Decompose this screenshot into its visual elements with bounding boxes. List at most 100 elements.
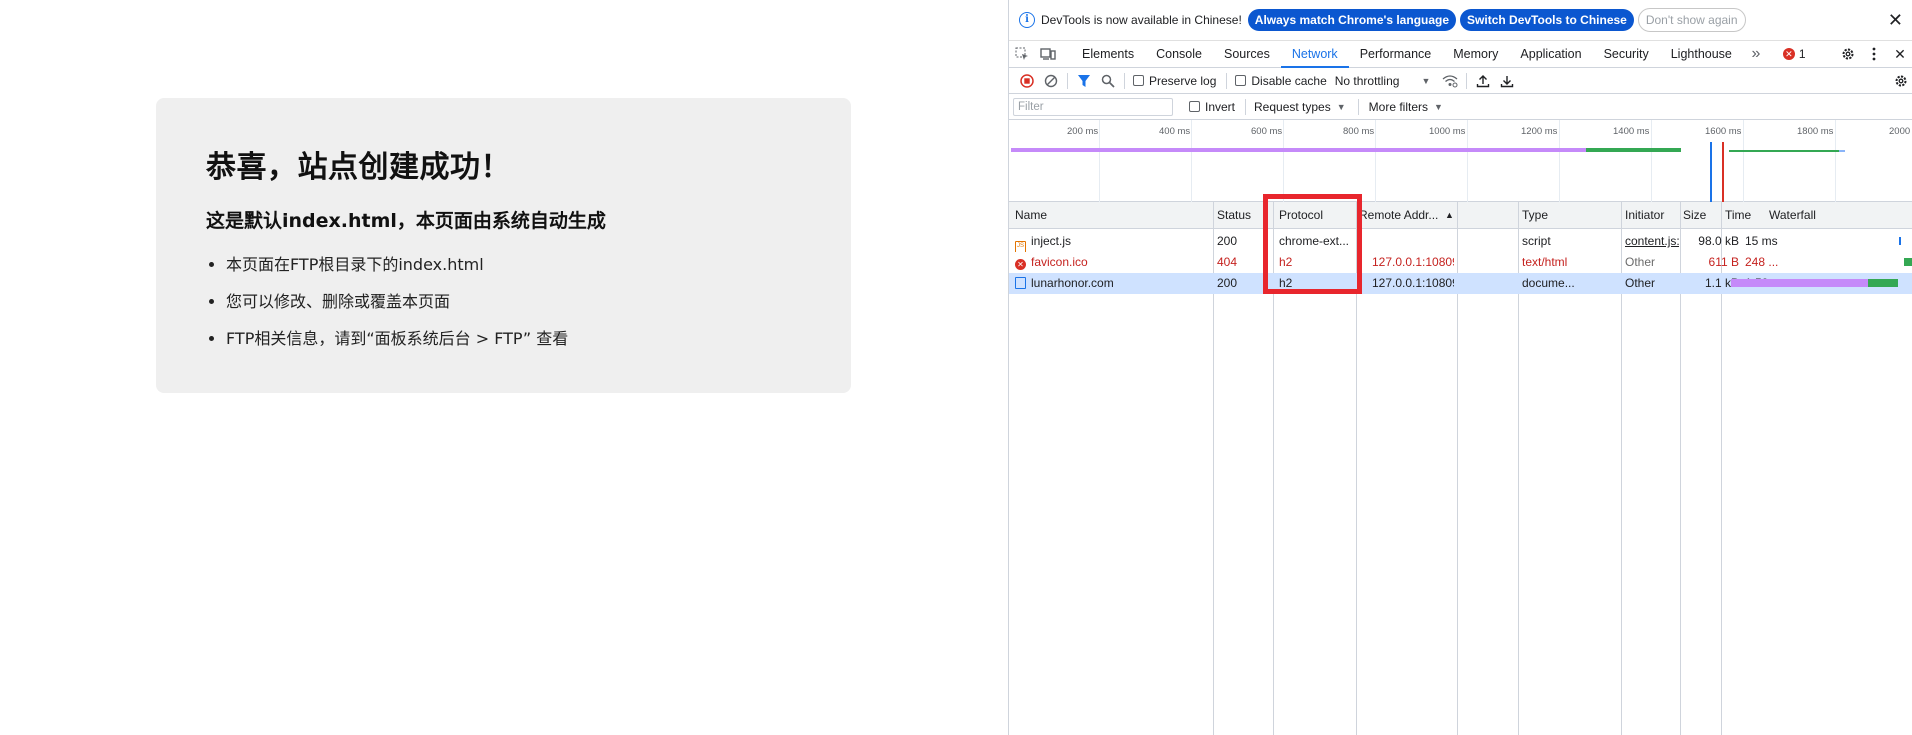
tab-memory[interactable]: Memory [1442, 41, 1509, 68]
device-toolbar-icon[interactable] [1035, 41, 1061, 67]
checkbox-box[interactable] [1235, 75, 1247, 86]
settings-gear-icon[interactable] [1835, 41, 1861, 67]
info-icon: i [1019, 12, 1035, 28]
table-row[interactable]: lunarhonor.com 200 h2 127.0.0.1:10809 do… [1009, 273, 1912, 294]
chevron-down-icon: ▼ [1421, 75, 1431, 86]
welcome-card: 恭喜，站点创建成功！ 这是默认index.html，本页面由系统自动生成 本页面… [156, 98, 851, 393]
initiator-link[interactable]: content.js:1 [1625, 231, 1679, 252]
column-header-size[interactable]: Size [1683, 202, 1719, 229]
request-types-dropdown[interactable]: Request types ▼ [1254, 100, 1346, 114]
timeline-tick: 1600 ms [1705, 126, 1742, 137]
close-icon[interactable]: ✕ [1888, 10, 1903, 31]
preserve-log-checkbox[interactable]: Preserve log [1133, 74, 1216, 88]
requests-table: Name Status Protocol Remote Addr... ▲ Ty… [1009, 202, 1912, 735]
request-name: favicon.ico [1031, 255, 1088, 269]
table-row[interactable]: JS inject.js 200 chrome-ext... script con… [1009, 231, 1912, 252]
request-name-cell[interactable]: lunarhonor.com [1015, 273, 1210, 294]
status-cell: 200 [1217, 234, 1238, 248]
tab-elements[interactable]: Elements [1071, 41, 1145, 68]
page-subtitle: 这是默认index.html，本页面由系统自动生成 [206, 210, 606, 232]
disable-cache-checkbox[interactable]: Disable cache [1235, 74, 1327, 88]
divider [1067, 72, 1068, 89]
throttling-value: No throttling [1334, 73, 1400, 88]
waterfall-waiting-bar [1731, 279, 1868, 287]
size-cell: 98.0 kB [1698, 234, 1739, 248]
timeline-tick: 2000 [1889, 126, 1911, 137]
column-header-waterfall[interactable]: Waterfall [1769, 202, 1899, 229]
list-item: 您可以修改、删除或覆盖本页面 [226, 292, 801, 312]
throttling-dropdown[interactable]: No throttling ▼ [1335, 74, 1431, 88]
time-cell: 248 ... [1745, 255, 1779, 269]
overview-waiting-bar [1011, 148, 1586, 152]
request-name-cell[interactable]: ✕ favicon.ico [1015, 252, 1210, 273]
match-language-button[interactable]: Always match Chrome's language [1247, 9, 1457, 31]
chevron-down-icon: ▼ [1434, 101, 1443, 112]
close-devtools-icon[interactable]: ✕ [1887, 41, 1912, 67]
tab-security[interactable]: Security [1593, 41, 1660, 68]
sort-ascending-icon: ▲ [1445, 210, 1454, 220]
column-header-initiator[interactable]: Initiator [1625, 202, 1679, 229]
tab-performance[interactable]: Performance [1349, 41, 1443, 68]
column-header-status[interactable]: Status [1217, 202, 1272, 229]
page-title: 恭喜，站点创建成功！ [206, 150, 511, 185]
request-name: inject.js [1031, 234, 1072, 248]
tab-application[interactable]: Application [1509, 41, 1592, 68]
kebab-menu-icon[interactable] [1861, 41, 1887, 67]
tab-lighthouse[interactable]: Lighthouse [1660, 41, 1743, 68]
list-item: FTP相关信息，请到“面板系统后台 > FTP” 查看 [226, 329, 801, 349]
timeline-tick: 400 ms [1159, 126, 1191, 137]
checkbox-box[interactable] [1133, 75, 1144, 86]
network-settings-gear-icon[interactable] [1889, 69, 1912, 93]
checkbox-box[interactable] [1189, 101, 1200, 112]
search-icon[interactable] [1096, 69, 1120, 93]
invert-label: Invert [1205, 99, 1236, 114]
column-header-time[interactable]: Time [1725, 202, 1761, 229]
devtools-panel: i DevTools is now available in Chinese! … [1008, 0, 1912, 735]
divider [1357, 98, 1359, 115]
tab-sources[interactable]: Sources [1213, 41, 1281, 68]
network-conditions-wifi-icon[interactable] [1438, 69, 1462, 93]
filter-input[interactable]: Filter [1013, 97, 1173, 116]
devtools-tabbar: Elements Console Sources Network Perform… [1009, 40, 1912, 68]
protocol-cell: chrome-ext... [1279, 234, 1350, 248]
record-stop-icon[interactable] [1015, 69, 1039, 93]
column-header-type[interactable]: Type [1522, 202, 1616, 229]
column-header-name[interactable]: Name [1015, 202, 1210, 229]
table-row[interactable]: ✕ favicon.ico 404 h2 127.0.0.1:10809 text… [1009, 252, 1912, 273]
column-header-protocol[interactable]: Protocol [1279, 202, 1355, 229]
dont-show-again-button[interactable]: Don't show again [1637, 8, 1746, 32]
timeline-tick: 200 ms [1067, 126, 1099, 137]
divider [1245, 98, 1247, 115]
dom-content-loaded-marker [1710, 142, 1712, 202]
web-page: 恭喜，站点创建成功！ 这是默认index.html，本页面由系统自动生成 本页面… [0, 0, 1008, 735]
more-tabs-icon[interactable]: » [1743, 41, 1769, 67]
more-filters-dropdown[interactable]: More filters ▼ [1369, 100, 1443, 114]
error-icon: ✕ [1782, 48, 1795, 60]
error-icon: ✕ [1015, 259, 1026, 270]
request-types-label: Request types [1254, 99, 1331, 114]
filter-funnel-icon[interactable] [1072, 69, 1096, 93]
request-name: lunarhonor.com [1031, 276, 1114, 290]
waterfall-download-bar [1868, 279, 1898, 287]
import-har-upload-icon[interactable] [1471, 69, 1495, 93]
invert-checkbox[interactable]: Invert [1189, 100, 1235, 114]
tab-network[interactable]: Network [1280, 41, 1349, 68]
switch-language-button[interactable]: Switch DevTools to Chinese [1460, 9, 1634, 31]
timeline-tick: 1200 ms [1521, 126, 1558, 137]
status-cell: 404 [1217, 255, 1238, 269]
export-har-download-icon[interactable] [1495, 69, 1519, 93]
request-name-cell[interactable]: JS inject.js [1015, 231, 1210, 252]
inspect-element-icon[interactable] [1009, 41, 1035, 67]
tab-console[interactable]: Console [1145, 41, 1213, 68]
chevron-down-icon: ▼ [1336, 101, 1346, 112]
type-cell: script [1522, 234, 1551, 248]
waterfall-bar [1904, 258, 1912, 266]
clear-icon[interactable] [1039, 69, 1063, 93]
divider [1226, 72, 1228, 89]
column-header-remote-address[interactable]: Remote Addr... [1359, 202, 1439, 229]
remote-address-cell: 127.0.0.1:10809 [1372, 276, 1454, 290]
network-overview-timeline[interactable]: 200 ms 400 ms 600 ms 800 ms 1000 ms 1200… [1009, 120, 1912, 202]
error-count-badge[interactable]: ✕ 1 [1782, 47, 1806, 61]
timeline-tick: 800 ms [1343, 126, 1375, 137]
language-infobar: i DevTools is now available in Chinese! … [1009, 0, 1912, 40]
